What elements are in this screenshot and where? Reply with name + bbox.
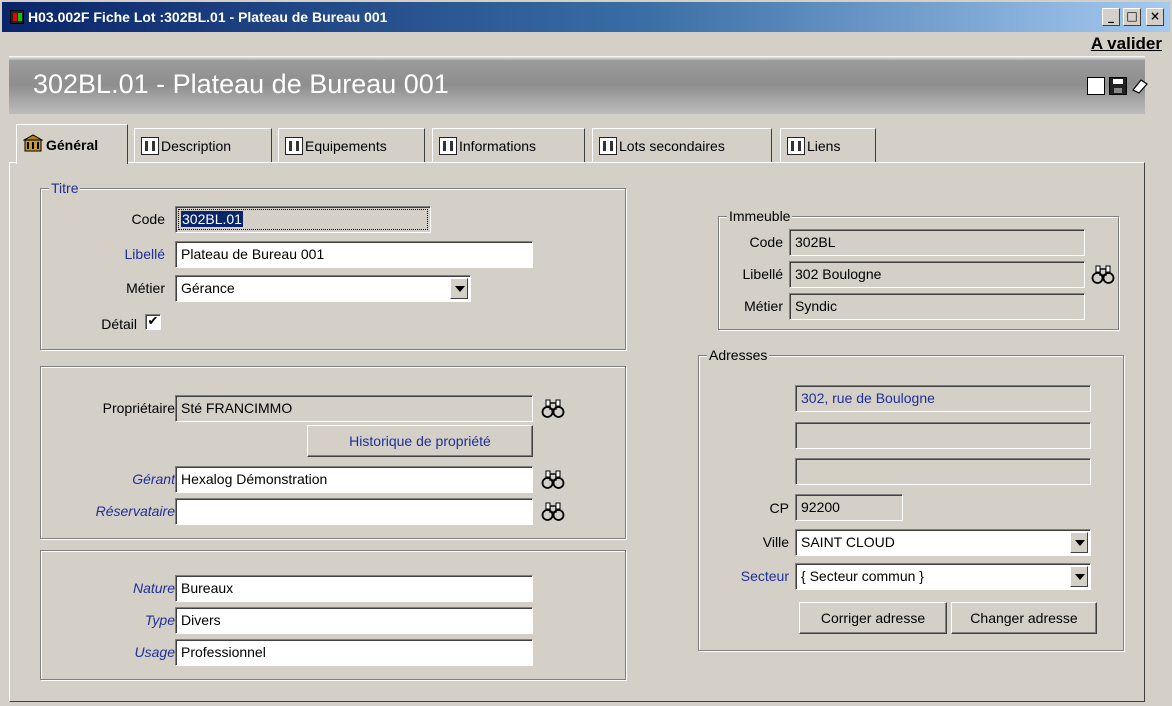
address-line-3-field[interactable] [795,458,1091,485]
binoculars-icon[interactable] [541,398,565,420]
general-panel: Titre Code 302BL.01 Libellé Plateau de B… [9,162,1145,702]
tab-label: Lots secondaires [619,137,725,154]
usage-label: Usage [134,644,175,660]
reservataire-field[interactable] [175,498,533,525]
detail-label: Détail [101,316,137,332]
page-title: 302BL.01 - Plateau de Bureau 001 [33,69,449,99]
corriger-adresse-button[interactable]: Corriger adresse [799,602,947,634]
tab-liens[interactable]: Liens [780,128,876,162]
header-band: 302BL.01 - Plateau de Bureau 001 [9,56,1148,114]
gerant-field[interactable]: Hexalog Démonstration [175,466,533,493]
cp-label: CP [769,500,789,516]
ville-select[interactable]: SAINT CLOUD [795,529,1091,556]
chevron-down-icon[interactable] [1070,566,1088,587]
new-document-icon[interactable] [1087,77,1105,95]
libelle-field[interactable]: Plateau de Bureau 001 [175,241,533,268]
tab-label: Liens [807,137,841,154]
metier-value: Gérance [181,280,235,296]
tab-informations[interactable]: Informations [432,128,585,162]
owner-group: Propriétaire Sté FRANCIMMO Historique de… [40,366,626,539]
binoculars-icon[interactable] [541,501,565,523]
immeuble-metier-label: Métier [744,298,783,314]
eraser-icon[interactable] [1131,77,1149,95]
titre-group: Titre Code 302BL.01 Libellé Plateau de B… [40,180,626,350]
nature-field[interactable]: Bureaux [175,575,533,602]
building-icon [22,134,44,155]
tab-label: Equipements [305,137,387,154]
detail-checkbox[interactable]: ✔ [145,314,161,330]
code-label: Code [131,211,165,227]
immeuble-libelle-label: Libellé [742,266,783,282]
secteur-label: Secteur [740,568,789,584]
minimize-button[interactable]: _ [1102,8,1120,26]
nature-label: Nature [132,580,175,596]
adresses-legend: Adresses [707,347,770,363]
grid-icon [285,136,303,155]
app-icon [10,10,24,24]
libelle-label: Libellé [124,246,165,262]
tab-strip: Général Description Equipements Informat… [16,124,1146,164]
address-line-1-field[interactable]: 302, rue de Boulogne [795,385,1091,412]
chevron-down-icon[interactable] [450,278,468,299]
close-button[interactable]: × [1146,8,1164,26]
titre-legend: Titre [49,180,81,196]
book-icon [439,136,457,155]
reservataire-label: Réservataire [95,503,175,519]
address-line-2-field[interactable] [795,422,1091,449]
secteur-select[interactable]: { Secteur commun } [795,563,1091,590]
historique-propriete-button[interactable]: Historique de propriété [307,425,533,457]
link-icon [787,136,805,155]
code-value: 302BL.01 [181,211,243,227]
gerant-label: Gérant [132,471,175,487]
tab-description[interactable]: Description [134,128,272,162]
cp-field[interactable]: 92200 [795,494,903,521]
immeuble-metier-field: Syndic [789,293,1085,320]
list-icon [599,136,617,155]
proprietaire-field: Sté FRANCIMMO [175,395,533,422]
usage-field[interactable]: Professionnel [175,639,533,666]
immeuble-group: Immeuble Code 302BL Libellé 302 Boulogne… [718,208,1119,330]
immeuble-code-field: 302BL [789,229,1085,256]
adresses-group: Adresses 302, rue de Boulogne CP 92200 V… [698,347,1124,651]
metier-label: Métier [126,280,165,296]
tab-label: Description [161,137,232,154]
grid-icon [141,136,159,155]
proprietaire-label: Propriétaire [102,400,175,416]
immeuble-libelle-field: 302 Boulogne [789,261,1085,288]
immeuble-code-label: Code [749,234,783,250]
ville-label: Ville [762,534,789,550]
binoculars-icon[interactable] [541,469,565,491]
chevron-down-icon[interactable] [1070,532,1088,553]
status-link-a-valider[interactable]: A valider [1091,34,1162,54]
tab-lots-secondaires[interactable]: Lots secondaires [592,128,772,162]
tab-equipements[interactable]: Equipements [278,128,425,162]
tab-label: Informations [459,137,537,154]
nature-group: Nature Bureaux Type Divers Usage Profess… [40,550,626,680]
tab-general[interactable]: Général [16,124,128,164]
changer-adresse-button[interactable]: Changer adresse [951,602,1097,634]
window-title-bar[interactable]: H03.002F Fiche Lot :302BL.01 - Plateau d… [2,2,1170,32]
type-label: Type [144,612,175,628]
window-title: H03.002F Fiche Lot :302BL.01 - Plateau d… [28,9,388,25]
metier-select[interactable]: Gérance [175,275,471,302]
save-icon[interactable] [1109,77,1127,95]
ville-value: SAINT CLOUD [801,534,895,550]
code-field[interactable]: 302BL.01 [175,206,431,233]
maximize-button[interactable]: □ [1123,8,1141,26]
type-field[interactable]: Divers [175,607,533,634]
binoculars-icon[interactable] [1091,264,1115,286]
secteur-value: { Secteur commun } [801,568,924,584]
tab-label: Général [46,136,99,153]
immeuble-legend: Immeuble [727,208,793,224]
